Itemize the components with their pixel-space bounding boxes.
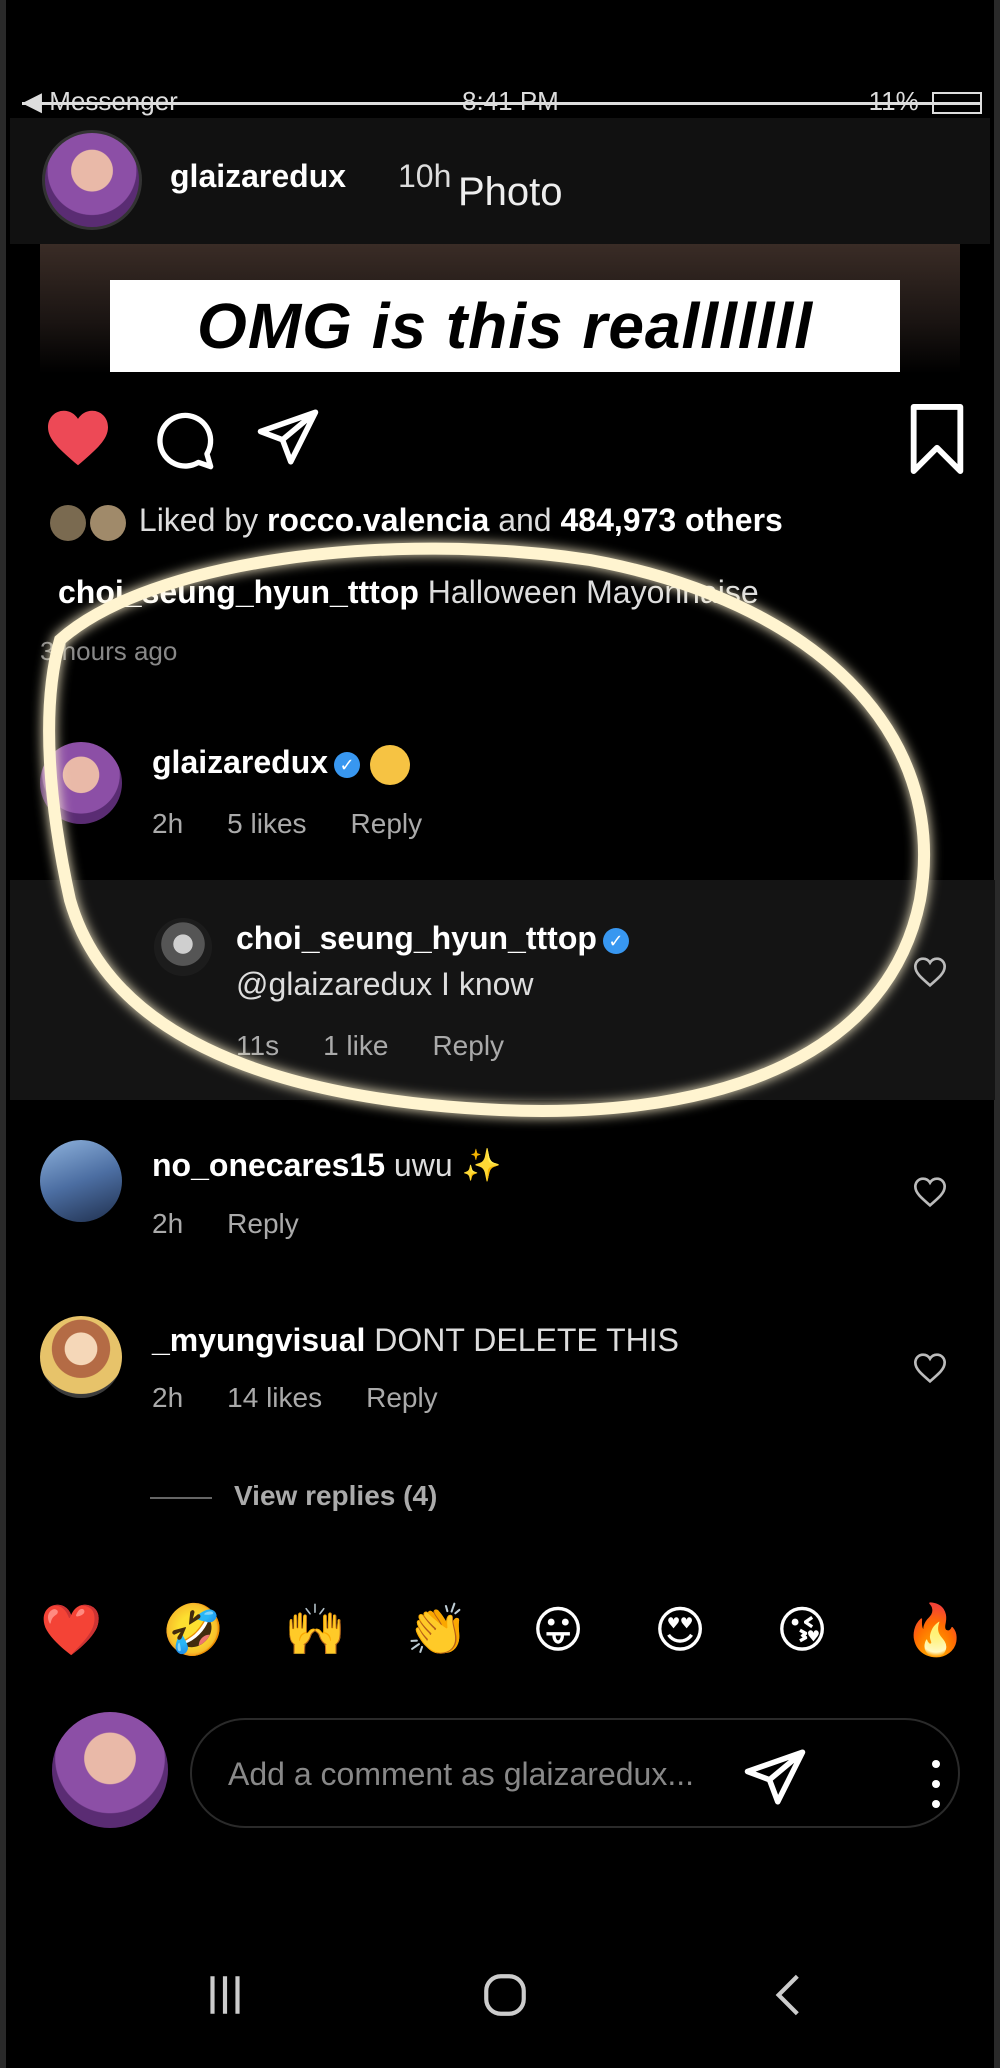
emoji-button[interactable]: 👏 bbox=[406, 1600, 468, 1660]
verified-badge-icon: ✓ bbox=[602, 927, 629, 954]
comment-text: uwu ✨ bbox=[393, 1147, 502, 1183]
post-header: glaizaredux 10h Photo bbox=[10, 118, 990, 244]
post-type-label: Photo bbox=[458, 170, 563, 214]
likes-suffix: and bbox=[489, 502, 561, 538]
comment-username[interactable]: glaizaredux ✓ bbox=[152, 744, 411, 785]
posted-time: 3 hours ago bbox=[40, 636, 178, 666]
post-time: 10h bbox=[398, 158, 452, 194]
reply-button[interactable]: Reply bbox=[351, 808, 423, 839]
send-icon[interactable] bbox=[742, 1744, 808, 1810]
heart-eyes-emoji bbox=[370, 744, 411, 785]
recent-apps-icon[interactable] bbox=[200, 1970, 250, 2020]
comment-time: 2h bbox=[152, 1208, 184, 1239]
emoji-quick-bar: ❤️ 🤣 🙌 👏 😛 😍 😘 🔥 bbox=[40, 1600, 980, 1670]
likes-count[interactable]: 484,973 others bbox=[560, 502, 782, 538]
view-replies-link[interactable]: View replies (4) bbox=[150, 1480, 437, 1512]
emoji-button[interactable]: 🙌 bbox=[284, 1600, 346, 1660]
comment-text: DONT DELETE THIS bbox=[374, 1322, 679, 1358]
emoji-button[interactable]: 🤣 bbox=[162, 1600, 224, 1660]
comment-meta: 2h 14 likes Reply bbox=[152, 1382, 482, 1414]
emoji-button[interactable]: ❤️ bbox=[40, 1600, 102, 1660]
send-icon[interactable] bbox=[255, 404, 321, 470]
caption-username[interactable]: choi_seung_hyun_tttop bbox=[58, 574, 419, 610]
avatar[interactable] bbox=[40, 1140, 122, 1222]
reply-button[interactable]: Reply bbox=[366, 1382, 438, 1413]
comment-item: glaizaredux ✓ 2h 5 likes Reply bbox=[0, 738, 1000, 858]
like-comment-heart-icon[interactable] bbox=[914, 1176, 946, 1208]
comment-time: 11s bbox=[236, 1030, 280, 1061]
verified-badge-icon: ✓ bbox=[334, 751, 361, 778]
post-username[interactable]: glaizaredux bbox=[170, 158, 346, 195]
caption-text: Halloween Mayonnaise bbox=[427, 574, 759, 610]
bookmark-icon[interactable] bbox=[904, 404, 970, 474]
reply-button[interactable]: Reply bbox=[432, 1030, 504, 1061]
system-nav-bar bbox=[0, 1940, 1000, 2050]
comment-time: 2h bbox=[152, 1382, 184, 1413]
comment-placeholder: Add a comment as glaizaredux... bbox=[228, 1756, 695, 1792]
reply-button[interactable]: Reply bbox=[227, 1208, 299, 1239]
comment-item: no_onecares15 uwu ✨ 2h Reply bbox=[0, 1140, 1000, 1260]
comment-meta: 11s 1 like Reply bbox=[236, 1030, 548, 1062]
comment-username[interactable]: _myungvisual DONT DELETE THIS bbox=[152, 1322, 679, 1359]
liker-username[interactable]: rocco.valencia bbox=[267, 502, 489, 538]
more-vertical-icon[interactable] bbox=[930, 1760, 942, 1820]
likes-summary[interactable]: Liked by rocco.valencia and 484,973 othe… bbox=[50, 502, 783, 541]
comment-time: 2h bbox=[152, 808, 184, 839]
comment-input[interactable]: Add a comment as glaizaredux... bbox=[190, 1718, 960, 1828]
post-actions bbox=[0, 390, 1000, 480]
comment-likes[interactable]: 1 like bbox=[323, 1030, 388, 1061]
emoji-button[interactable]: 🔥 bbox=[904, 1600, 966, 1660]
photo-banner-text: OMG is this realllllll bbox=[110, 280, 900, 372]
comment-icon[interactable] bbox=[152, 408, 216, 472]
back-icon[interactable] bbox=[764, 1970, 814, 2020]
likes-prefix: Liked by bbox=[138, 502, 267, 538]
avatar bbox=[52, 1712, 168, 1828]
avatar[interactable] bbox=[154, 918, 212, 976]
like-comment-heart-icon[interactable] bbox=[914, 956, 946, 988]
comment-username[interactable]: no_onecares15 uwu ✨ bbox=[152, 1146, 501, 1184]
emoji-button[interactable]: 😛 bbox=[528, 1600, 588, 1660]
like-comment-heart-icon[interactable] bbox=[914, 1352, 946, 1384]
emoji-button[interactable]: 😍 bbox=[650, 1600, 710, 1660]
heart-icon[interactable] bbox=[44, 408, 112, 468]
status-strike-line bbox=[22, 102, 982, 105]
comment-username[interactable]: choi_seung_hyun_tttop ✓ bbox=[236, 920, 629, 957]
comment-reply: choi_seung_hyun_tttop ✓ @glaizaredux I kn… bbox=[0, 912, 1000, 1062]
liker-avatar bbox=[50, 504, 86, 541]
avatar[interactable] bbox=[42, 130, 142, 230]
liker-avatar bbox=[90, 504, 126, 541]
comment-likes[interactable]: 5 likes bbox=[227, 808, 306, 839]
battery-percent: 11% bbox=[868, 86, 919, 116]
avatar[interactable] bbox=[40, 742, 122, 824]
emoji-button[interactable]: 😘 bbox=[772, 1600, 832, 1660]
comment-meta: 2h Reply bbox=[152, 1208, 343, 1240]
comment-likes[interactable]: 14 likes bbox=[227, 1382, 322, 1413]
comment-text: @glaizaredux I know bbox=[236, 966, 534, 1002]
post-caption: choi_seung_hyun_tttop Halloween Mayonnai… bbox=[58, 574, 759, 611]
home-icon[interactable] bbox=[480, 1970, 530, 2020]
comment-meta: 2h 5 likes Reply bbox=[152, 808, 466, 840]
avatar[interactable] bbox=[40, 1316, 122, 1398]
comment-item: _myungvisual DONT DELETE THIS 2h 14 likes… bbox=[0, 1316, 1000, 1436]
